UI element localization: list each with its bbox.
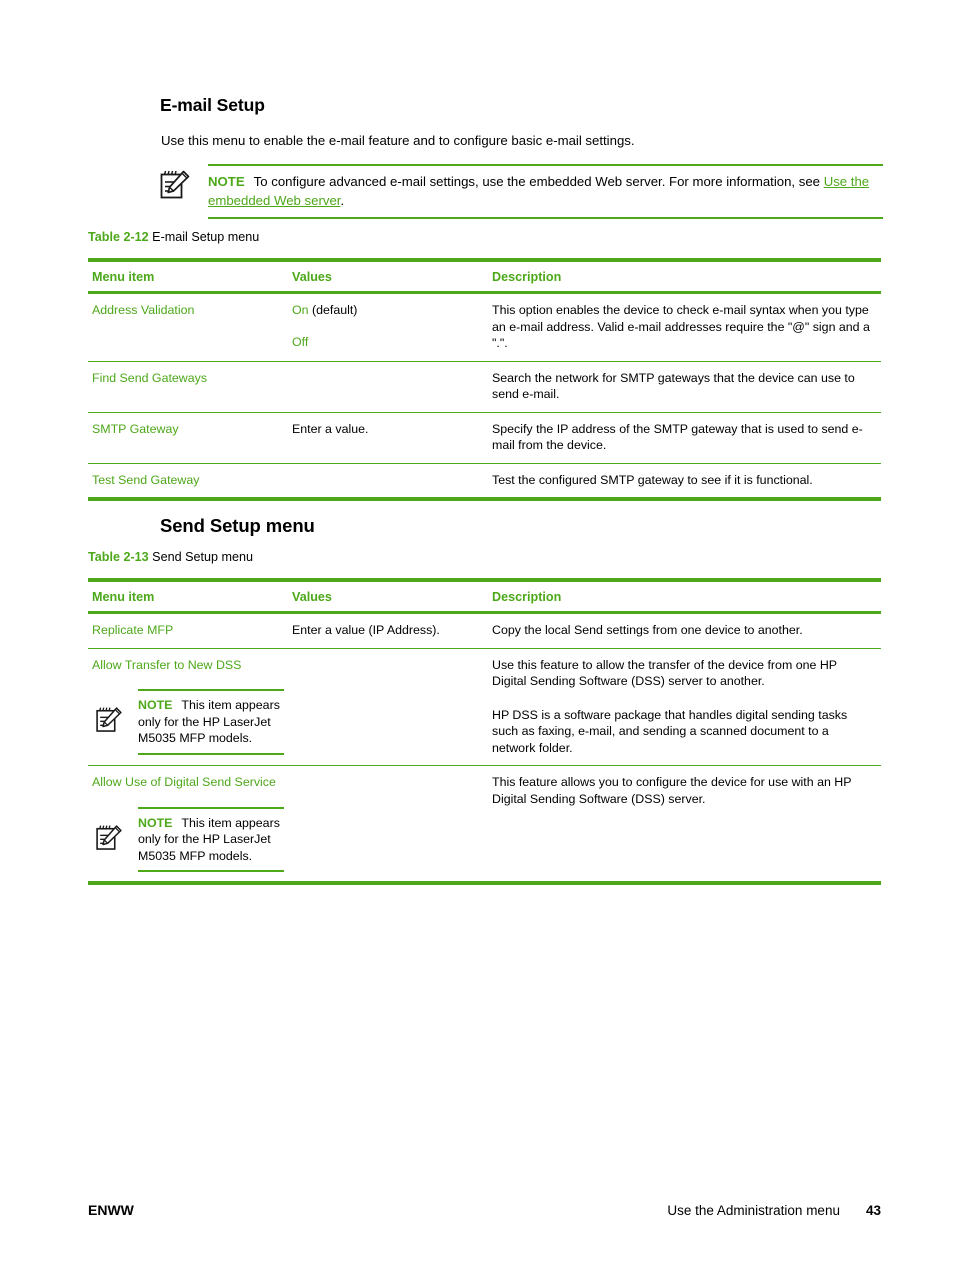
value-option-on: On (default) [292,303,358,317]
table-2-row-0-description: Copy the local Send settings from one de… [488,612,881,649]
table-1-row-0-values: On (default) Off [288,292,488,362]
table-row: Allow Transfer to New DSS NOTE This item… [88,648,881,766]
note-label: NOTE [138,815,173,830]
table-1-title: E-mail Setup menu [152,230,260,244]
table-row: Replicate MFP Enter a value (IP Address)… [88,612,881,649]
table-2-header-menu-item: Menu item [88,578,288,614]
value-option-off: Off [292,334,309,349]
table-2-number: Table 2-13 [88,550,149,564]
note-pad-pencil-icon [94,823,124,853]
table-1-row-1-menu-item: Find Send Gateways [88,361,288,413]
description-paragraph: HP DSS is a software package that handle… [492,707,848,755]
note-pad-pencil-icon [158,168,192,202]
table-1-header-row: Menu item Values Description [88,258,881,294]
table-1-row-2-description: Specify the IP address of the SMTP gatew… [488,412,881,464]
table-send-setup-menu: Menu item Values Description Replicate M… [88,578,881,885]
table-1-row-3-menu-item: Test Send Gateway [88,463,288,501]
note-text-before-link: To configure advanced e-mail settings, u… [253,174,824,189]
footer-page-number: 43 [865,1203,881,1218]
table-2-row-1-description: Use this feature to allow the transfer o… [488,648,881,766]
description-paragraph: This feature allows you to configure the… [492,775,852,806]
footer-section-title: Use the Administration menu [667,1203,840,1218]
table-2-row-1-menu-item: Allow Transfer to New DSS NOTE This item… [88,648,288,766]
table-row: Allow Use of Digital Send Service NOTE T… [88,765,881,885]
footer-locale: ENWW [88,1202,134,1218]
table-1-row-2-values: Enter a value. [288,412,488,464]
table-row: SMTP Gateway Enter a value. Specify the … [88,412,881,464]
note-text-after-link: . [340,192,345,208]
note-pad-pencil-icon [94,705,124,735]
table-2-row-1-values [288,648,488,766]
table-1-row-3-description: Test the configured SMTP gateway to see … [488,463,881,501]
table-1-row-0-description: This option enables the device to check … [488,292,881,362]
table-2-row-0-values: Enter a value (IP Address). [288,612,488,649]
note-callout-row-1: NOTE This item appears only for the HP La… [92,689,284,755]
table-2-header-description: Description [488,578,881,614]
table-row: Address Validation On (default) Off This… [88,292,881,362]
note-callout-top: NOTE To configure advanced e-mail setting… [208,164,883,219]
document-page: E-mail Setup Use this menu to enable the… [0,0,954,1270]
intro-paragraph: Use this menu to enable the e-mail featu… [161,133,635,148]
table-1-header-description: Description [488,258,881,294]
table-1-number: Table 2-12 [88,230,149,244]
table-1-row-1-values [288,361,488,413]
table-email-setup-menu: Menu item Values Description Address Val… [88,258,881,501]
table-2-header-values: Values [288,578,488,614]
table-2-row-2-menu-item: Allow Use of Digital Send Service NOTE T… [88,765,288,885]
table-2-caption: Table 2-13 Send Setup menu [88,550,253,564]
table-1-header-values: Values [288,258,488,294]
table-1-row-2-menu-item: SMTP Gateway [88,412,288,464]
table-2-header-row: Menu item Values Description [88,578,881,614]
table-1-row-0-menu-item: Address Validation [88,292,288,362]
table-2-row-2-description: This feature allows you to configure the… [488,765,881,885]
menu-item-label: Allow Transfer to New DSS [92,657,242,672]
page-title-send-setup-menu: Send Setup menu [160,515,315,536]
table-row: Test Send Gateway Test the configured SM… [88,463,881,501]
footer-section: Use the Administration menu 43 [667,1203,881,1218]
menu-item-label: Allow Use of Digital Send Service [92,775,276,789]
table-2-title: Send Setup menu [152,550,253,564]
description-paragraph: Use this feature to allow the transfer o… [492,657,837,689]
table-2-row-2-values [288,765,488,885]
note-label: NOTE [208,174,245,189]
page-title-email-setup: E-mail Setup [160,95,265,115]
note-label: NOTE [138,698,173,712]
table-1-header-menu-item: Menu item [88,258,288,294]
table-2-row-0-menu-item: Replicate MFP [88,612,288,649]
table-1-caption: Table 2-12 E-mail Setup menu [88,230,259,244]
table-row: Find Send Gateways Search the network fo… [88,361,881,413]
table-1-row-3-values [288,463,488,501]
table-1-row-1-description: Search the network for SMTP gateways tha… [488,361,881,413]
note-callout-row-2: NOTE This item appears only for the HP La… [92,806,284,872]
